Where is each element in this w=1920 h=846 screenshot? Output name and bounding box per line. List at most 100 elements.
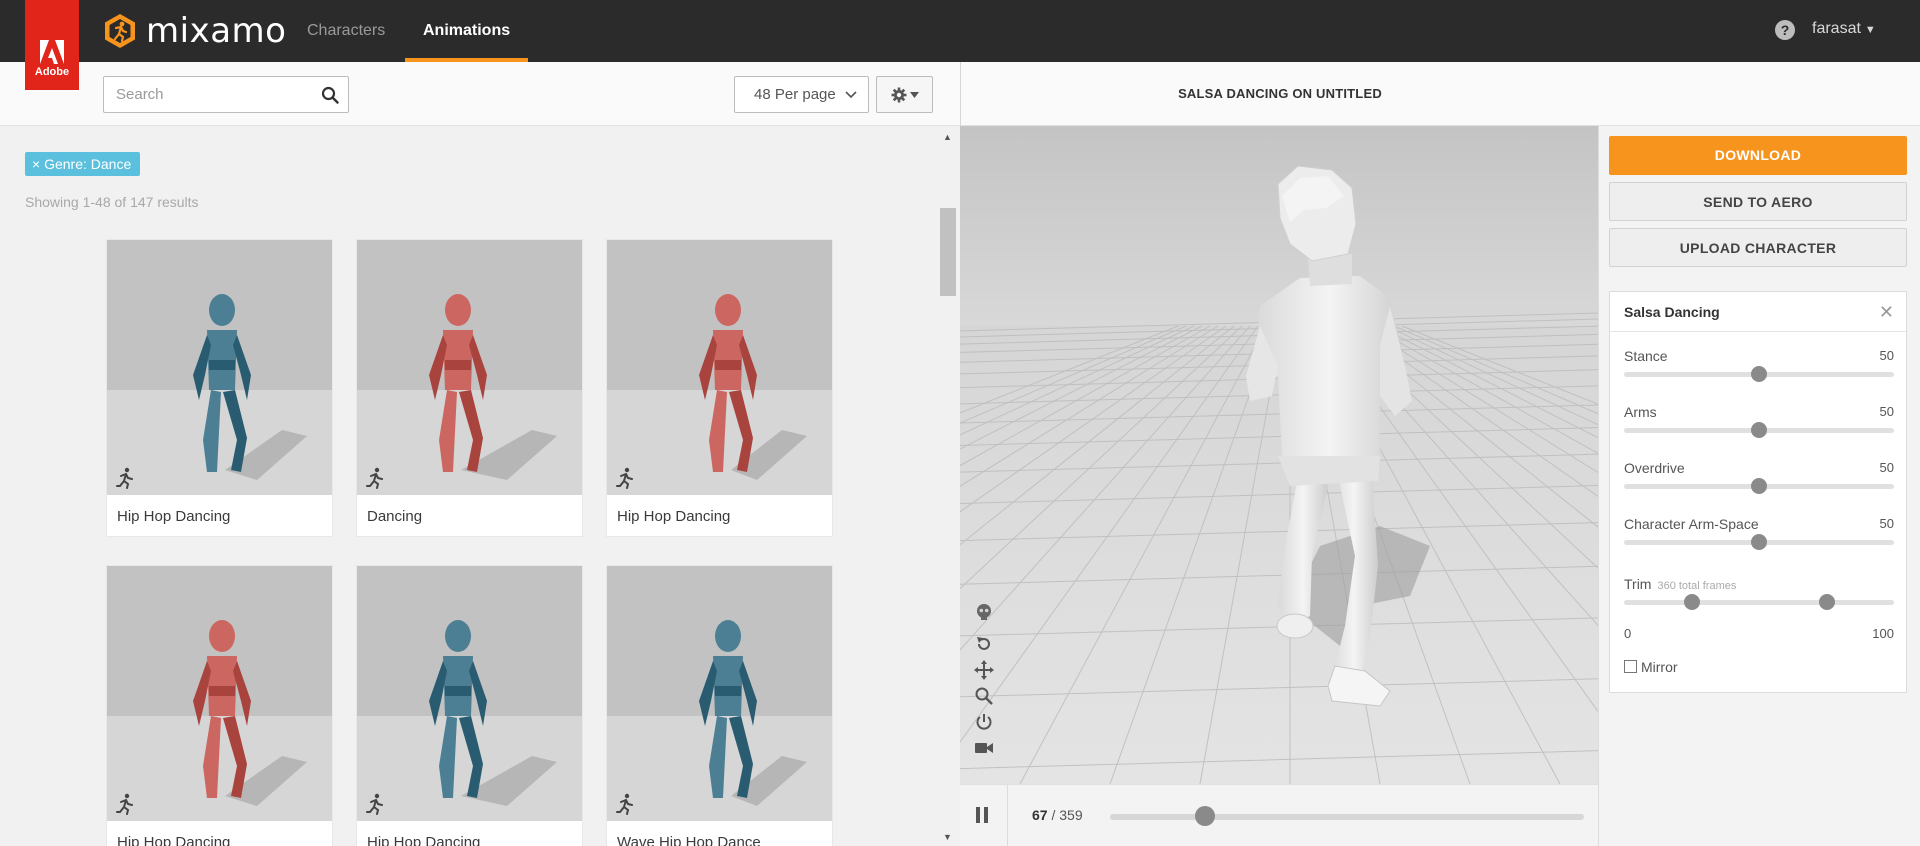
animation-card[interactable]: Hip Hop Dancing: [107, 240, 332, 536]
animation-settings: Salsa Dancing ✕ Stance 50 Arms 50 Overdrive 5…: [1609, 291, 1907, 693]
animation-card[interactable]: Hip Hop Dancing: [607, 240, 832, 536]
mirror-checkbox[interactable]: Mirror: [1624, 659, 1678, 675]
param-overdrive: Overdrive 50: [1624, 460, 1894, 506]
animation-thumbnail[interactable]: [607, 240, 832, 495]
animation-card[interactable]: Hip Hop Dancing: [107, 566, 332, 846]
genre-filter-tag[interactable]: × Genre: Dance: [25, 152, 141, 176]
animation-thumbnail[interactable]: [357, 566, 582, 821]
trim-label: Trim 360 total frames: [1624, 576, 1736, 592]
trim-max-label: 100: [1872, 626, 1894, 641]
animation-thumbnail[interactable]: [357, 240, 582, 495]
nav-animations[interactable]: Animations: [405, 0, 529, 62]
trim-start-handle[interactable]: [1683, 594, 1700, 610]
mixamo-brand[interactable]: mixamo: [102, 11, 286, 51]
running-man-icon: [616, 467, 633, 489]
download-button[interactable]: DOWNLOAD: [1609, 136, 1907, 175]
chevron-down-icon: [845, 91, 857, 99]
running-man-icon: [366, 793, 383, 815]
skeleton-toggle-icon[interactable]: [974, 602, 994, 622]
running-man-icon: [116, 793, 133, 815]
param-value: 50: [1879, 460, 1894, 475]
trim-range-labels: 0 100: [1624, 626, 1894, 641]
param-value: 50: [1879, 404, 1894, 419]
param-label: Arms: [1624, 404, 1657, 420]
param-slider-knob[interactable]: [1751, 478, 1767, 494]
animation-thumbnail[interactable]: [107, 566, 332, 821]
viewport-tools: [974, 602, 996, 764]
trim-title: Trim: [1624, 576, 1652, 592]
timeline-track[interactable]: [1110, 814, 1584, 820]
param-slider-knob[interactable]: [1751, 366, 1767, 382]
param-character-arm-space: Character Arm-Space 50: [1624, 516, 1894, 562]
param-label: Character Arm-Space: [1624, 516, 1759, 532]
upload-character-button[interactable]: UPLOAD CHARACTER: [1609, 228, 1907, 267]
animations-browser: 48 Per page × Genre: Dance Showin: [0, 62, 960, 846]
param-slider-knob[interactable]: [1751, 422, 1767, 438]
mixamo-logo-icon: [105, 14, 135, 48]
pause-icon: [976, 807, 988, 823]
view-settings-button[interactable]: [876, 76, 933, 113]
pause-button[interactable]: [960, 785, 1008, 846]
scrollbar-thumb[interactable]: [940, 208, 956, 296]
close-icon[interactable]: ✕: [1879, 302, 1894, 323]
param-stance: Stance 50: [1624, 348, 1894, 394]
trim-end-handle[interactable]: [1818, 594, 1835, 610]
trim-track[interactable]: [1624, 600, 1894, 605]
animation-card[interactable]: Hip Hop Dancing: [357, 566, 582, 846]
results-count: Showing 1-48 of 147 results: [25, 194, 199, 210]
power-icon[interactable]: [974, 712, 994, 732]
viewer-title: SALSA DANCING ON UNTITLED: [1178, 86, 1382, 101]
viewer-header: SALSA DANCING ON UNTITLED: [960, 62, 1920, 126]
scroll-down-icon[interactable]: ▼: [943, 832, 952, 842]
adobe-logo-icon: [40, 40, 64, 64]
search-box[interactable]: [103, 76, 349, 113]
zoom-icon[interactable]: [974, 686, 994, 706]
playback-timeline: 67 / 359: [960, 784, 1598, 846]
animation-card[interactable]: Wave Hip Hop Dance: [607, 566, 832, 846]
param-value: 50: [1879, 348, 1894, 363]
search-icon[interactable]: [321, 86, 339, 104]
animation-card-label: Wave Hip Hop Dance: [617, 834, 761, 846]
adobe-text: Adobe: [34, 66, 70, 78]
user-menu[interactable]: farasat ▼: [1812, 20, 1876, 38]
param-slider-knob[interactable]: [1751, 534, 1767, 550]
scroll-up-icon[interactable]: ▲: [943, 132, 952, 142]
running-man-icon: [616, 793, 633, 815]
3d-viewport[interactable]: [960, 126, 1598, 784]
settings-title: Salsa Dancing: [1624, 304, 1720, 320]
timeline-scrubber[interactable]: [1194, 806, 1215, 826]
param-label: Stance: [1624, 348, 1668, 364]
results-scrollbar[interactable]: ▲ ▼: [938, 126, 958, 846]
animation-card-label: Hip Hop Dancing: [117, 508, 231, 525]
help-icon[interactable]: ?: [1775, 20, 1795, 40]
top-bar: mixamo Characters Animations ? farasat ▼: [0, 0, 1920, 62]
per-page-select[interactable]: 48 Per page: [734, 76, 869, 113]
frame-counter: 67 / 359: [1032, 807, 1083, 823]
total-frames: / 359: [1051, 807, 1083, 823]
animation-card[interactable]: Dancing: [357, 240, 582, 536]
camera-icon[interactable]: [974, 738, 994, 758]
search-input[interactable]: [104, 77, 304, 112]
adobe-logo[interactable]: Adobe: [25, 0, 79, 90]
current-frame: 67: [1032, 807, 1048, 823]
checkbox-icon: [1624, 660, 1637, 673]
browser-toolbar: 48 Per page: [0, 62, 960, 126]
gear-icon: [891, 87, 907, 103]
param-label: Overdrive: [1624, 460, 1685, 476]
send-to-aero-button[interactable]: SEND TO AERO: [1609, 182, 1907, 221]
animation-thumbnail[interactable]: [107, 240, 332, 495]
nav-characters[interactable]: Characters: [289, 0, 403, 62]
pan-icon[interactable]: [974, 660, 994, 680]
settings-header: Salsa Dancing ✕: [1610, 292, 1906, 332]
animation-thumbnail[interactable]: [607, 566, 832, 821]
rotate-icon[interactable]: [974, 634, 994, 654]
mirror-label: Mirror: [1641, 659, 1678, 675]
per-page-value: 48 Per page: [754, 86, 836, 103]
trim-total-frames: 360 total frames: [1657, 580, 1737, 592]
3d-scene[interactable]: [960, 126, 1598, 784]
animation-card-label: Hip Hop Dancing: [367, 834, 481, 846]
caret-down-icon: [910, 92, 919, 98]
animation-card-label: Dancing: [367, 508, 423, 525]
animation-card-label: Hip Hop Dancing: [617, 508, 731, 525]
param-arms: Arms 50: [1624, 404, 1894, 450]
